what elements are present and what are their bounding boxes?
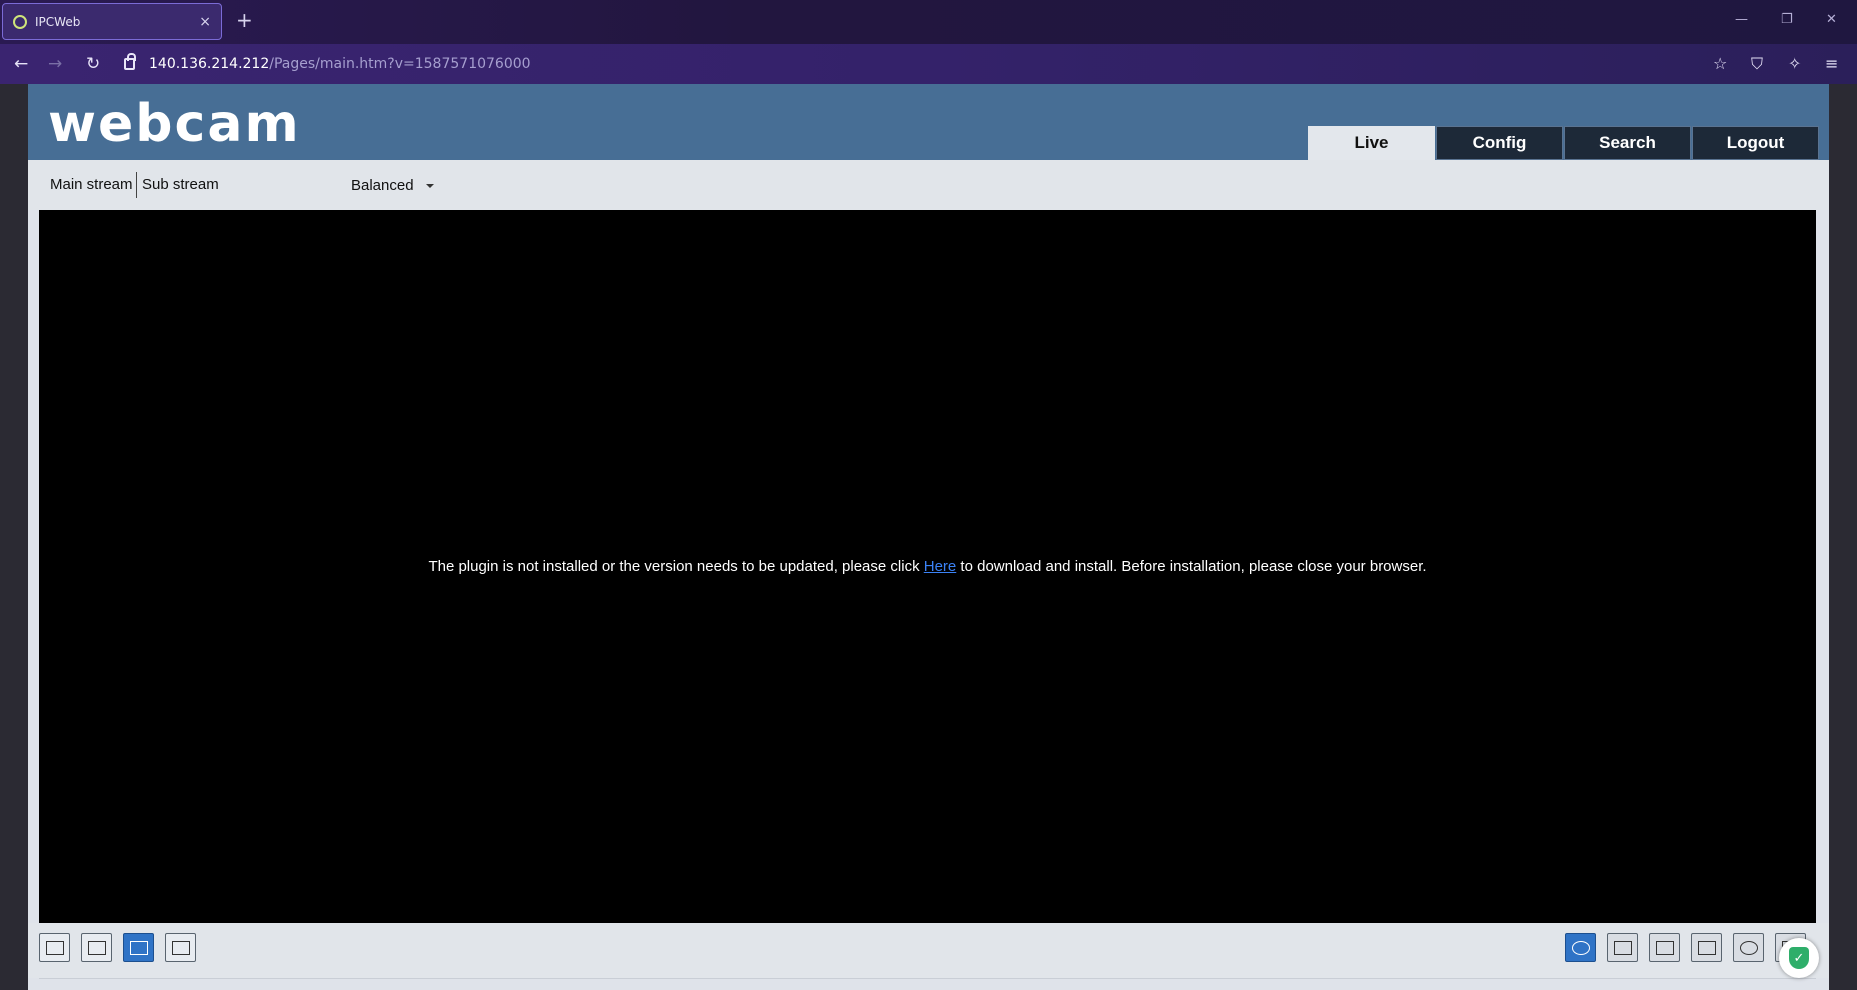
quality-select[interactable]: Balanced: [351, 177, 434, 194]
record-button[interactable]: [1691, 933, 1722, 962]
tab-logout[interactable]: Logout: [1692, 126, 1819, 160]
download-plugin-link[interactable]: Here: [924, 558, 957, 575]
tab-title: IPCWeb: [35, 14, 81, 29]
zoom-in-icon: [1739, 940, 1758, 955]
main-stream-button[interactable]: Main stream: [50, 176, 133, 193]
back-icon[interactable]: ←: [14, 54, 28, 74]
live-view-button[interactable]: [1565, 933, 1596, 962]
security-shield-icon[interactable]: ✓: [1779, 938, 1819, 978]
video-camera-icon: [1697, 940, 1716, 955]
quality-value: Balanced: [351, 177, 414, 194]
tab-live[interactable]: Live: [1308, 126, 1435, 160]
new-tab-button[interactable]: +: [236, 10, 253, 30]
sub-stream-button[interactable]: Sub stream: [142, 176, 219, 193]
check-icon: ✓: [1789, 947, 1809, 969]
url-host: 140.136.214.212: [149, 56, 270, 72]
window-close-icon[interactable]: ✕: [1826, 12, 1837, 27]
restore-icon[interactable]: ❐: [1781, 12, 1793, 27]
speaker-icon: [1613, 940, 1632, 955]
browser-nav-bar: ← → ↻ 140.136.214.212 /Pages/main.htm?v=…: [0, 44, 1857, 84]
minimize-icon[interactable]: —: [1735, 12, 1748, 27]
tab-search[interactable]: Search: [1564, 126, 1691, 160]
zoom-in-button[interactable]: [1733, 933, 1764, 962]
menu-icon[interactable]: ≡: [1825, 54, 1838, 73]
app-header: webcam Live Config Search Logout: [28, 84, 1829, 160]
chevron-down-icon: [425, 183, 434, 188]
camera-icon: [1655, 940, 1674, 955]
original-size-icon: [45, 940, 64, 955]
address-bar[interactable]: 140.136.214.212 /Pages/main.htm?v=158757…: [124, 53, 531, 72]
fit-window-button[interactable]: [81, 933, 112, 962]
browser-tab[interactable]: IPCWeb ×: [2, 3, 222, 40]
auto-size-icon: [129, 940, 148, 955]
page-content: webcam Live Config Search Logout Main st…: [28, 84, 1829, 990]
browser-tab-bar: IPCWeb × + — ❐ ✕: [0, 0, 1857, 44]
plugin-message: The plugin is not installed or the versi…: [428, 558, 1426, 575]
shield-toolbar-icon[interactable]: ⛉: [1751, 54, 1763, 74]
video-viewport: The plugin is not installed or the versi…: [39, 210, 1816, 923]
plugin-message-prefix: The plugin is not installed or the versi…: [428, 558, 924, 575]
bookmark-star-icon[interactable]: ☆: [1713, 54, 1727, 73]
video-toolbar: [28, 923, 1829, 978]
favicon-icon: [13, 14, 27, 29]
fit-window-icon: [87, 940, 106, 955]
main-tabs: Live Config Search Logout: [1307, 126, 1819, 160]
original-size-button[interactable]: [39, 933, 70, 962]
extension-icon[interactable]: ✧: [1788, 54, 1801, 73]
plugin-message-suffix: to download and install. Before installa…: [956, 558, 1427, 575]
stream-bar: Main stream Sub stream Balanced: [28, 160, 1829, 210]
fullscreen-icon: [171, 940, 190, 955]
stream-divider: [136, 172, 137, 198]
url-path: /Pages/main.htm?v=1587571076000: [269, 56, 531, 72]
forward-icon[interactable]: →: [48, 54, 62, 74]
webcam-logo: webcam: [48, 94, 301, 154]
lock-icon: [124, 53, 136, 70]
snapshot-button[interactable]: [1649, 933, 1680, 962]
fullscreen-button[interactable]: [165, 933, 196, 962]
tab-config[interactable]: Config: [1436, 126, 1563, 160]
audio-button[interactable]: [1607, 933, 1638, 962]
eye-icon: [1571, 940, 1590, 955]
auto-size-button[interactable]: [123, 933, 154, 962]
reload-icon[interactable]: ↻: [86, 54, 100, 74]
bottom-divider: [39, 978, 1816, 979]
close-tab-icon[interactable]: ×: [199, 14, 211, 30]
